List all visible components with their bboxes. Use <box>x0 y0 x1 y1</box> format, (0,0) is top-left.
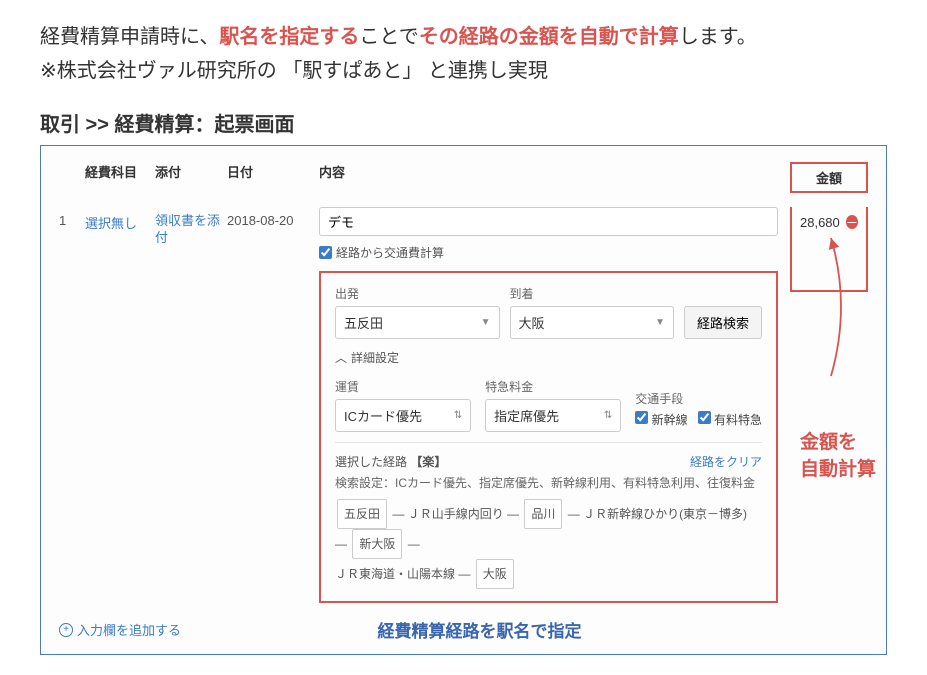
chevron-down-icon: ▼ <box>655 317 665 328</box>
date-field[interactable]: 2018-08-20 <box>227 207 319 228</box>
departure-label: 出発 <box>335 285 500 302</box>
header-attach: 添付 <box>155 162 227 193</box>
detail-toggle[interactable]: ︿ 詳細設定 <box>335 349 762 366</box>
content-input[interactable] <box>319 207 778 236</box>
table-row: 1 選択無し 領収書を添付 2018-08-20 経路から交通費計算 出発 五反… <box>59 201 868 603</box>
remove-row-icon[interactable]: ― <box>846 215 858 229</box>
stepper-icon: ⇅ <box>604 410 612 421</box>
route-path: 五反田 ― ＪＲ山手線内回り ― 品川 ― ＪＲ新幹線ひかり(東京－博多) ― … <box>335 499 762 589</box>
table-header: 経費科目 添付 日付 内容 金額 <box>59 158 868 201</box>
opt-express[interactable]: 有料特急 <box>698 411 762 428</box>
header-content: 内容 <box>319 162 778 193</box>
annotation-text: 金額を自動計算 <box>800 430 927 483</box>
departure-select[interactable]: 五反田▼ <box>335 306 500 339</box>
opt-shinkansen[interactable]: 新幹線 <box>635 411 687 428</box>
plus-icon: + <box>59 623 73 637</box>
express-label: 特急料金 <box>485 378 621 395</box>
raku-badge: 【楽】 <box>410 455 446 469</box>
app-frame: 経費科目 添付 日付 内容 金額 1 選択無し 領収書を添付 2018-08-2… <box>40 145 887 655</box>
add-row-link[interactable]: + 入力欄を追加する <box>59 620 181 639</box>
intro-text: 経費精算申請時に、駅名を指定することでその経路の金額を自動で計算します。 ※株式… <box>40 20 887 88</box>
amount-value: 28,680 <box>800 215 840 230</box>
caption: 経費精算経路を駅名で指定 <box>181 617 778 642</box>
transport-label: 交通手段 <box>635 390 762 407</box>
row-number: 1 <box>59 207 85 228</box>
selected-route-label: 選択した経路 <box>335 455 407 469</box>
search-settings: 検索設定：ICカード優先、指定席優先、新幹線利用、有料特急利用、往復料金 <box>335 474 762 491</box>
stepper-icon: ⇅ <box>454 410 462 421</box>
attach-link[interactable]: 領収書を添付 <box>155 207 227 247</box>
header-amount: 金額 <box>790 162 868 193</box>
route-calc-checkbox-input[interactable] <box>319 246 332 259</box>
route-panel: 出発 五反田▼ 到着 大阪▼ 経路検索 ︿ 詳細設定 <box>319 271 778 603</box>
account-select[interactable]: 選択無し <box>85 207 155 232</box>
route-search-button[interactable]: 経路検索 <box>684 306 762 339</box>
express-select[interactable]: 指定席優先⇅ <box>485 399 621 432</box>
header-account: 経費科目 <box>85 162 155 193</box>
route-calc-checkbox[interactable]: 経路から交通費計算 <box>319 244 778 261</box>
clear-route-link[interactable]: 経路をクリア <box>690 453 762 470</box>
fare-label: 運賃 <box>335 378 471 395</box>
arrival-label: 到着 <box>510 285 675 302</box>
chevron-up-icon: ︿ <box>335 349 347 366</box>
chevron-down-icon: ▼ <box>481 317 491 328</box>
fare-select[interactable]: ICカード優先⇅ <box>335 399 471 432</box>
section-title: 取引 >> 経費精算：起票画面 <box>40 108 887 137</box>
amount-cell: 28,680 ― <box>790 207 868 292</box>
arrival-select[interactable]: 大阪▼ <box>510 306 675 339</box>
header-date: 日付 <box>227 162 319 193</box>
